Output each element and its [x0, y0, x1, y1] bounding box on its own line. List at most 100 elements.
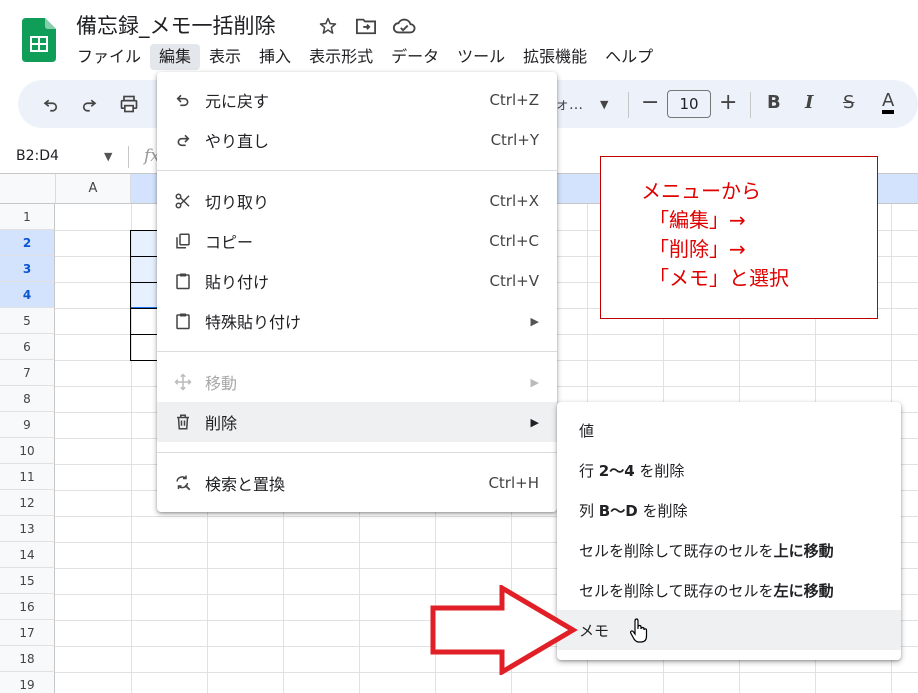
row-header[interactable]: 16 [0, 594, 55, 620]
menu-item-label: 移動 [205, 374, 238, 393]
annotation-line: 「メモ」と選択 [649, 266, 789, 290]
row-header[interactable]: 6 [0, 334, 55, 360]
menu-item-undo[interactable]: 元に戻す Ctrl+Z [157, 80, 557, 120]
print-icon[interactable] [118, 93, 140, 115]
edit-menu: 元に戻す Ctrl+Z やり直し Ctrl+Y 切り取り Ctrl+X コピー … [157, 72, 557, 512]
sheets-window: 備忘録_メモ一括削除 ファイル 編集 表示 挿入 表示形式 データ ツール 拡張… [0, 0, 918, 693]
submenu-item-shift-left[interactable]: セルを削除して既存のセルを左に移動 [557, 570, 901, 610]
scissors-icon [172, 190, 194, 212]
annotation-box: メニューから 「編集」→ 「削除」→ 「メモ」と選択 [600, 156, 878, 319]
annotation-line: 「編集」→ [649, 208, 746, 232]
menu-item-delete[interactable]: 削除 ▶ [157, 402, 557, 442]
row-header[interactable]: 2 [0, 230, 55, 256]
undo-icon[interactable] [40, 93, 62, 115]
menu-view[interactable]: 表示 [200, 44, 250, 70]
decrease-font-size-icon[interactable]: − [641, 90, 659, 115]
submenu-arrow-icon: ▶ [530, 375, 539, 389]
sheets-logo-icon[interactable] [22, 18, 56, 62]
menu-format[interactable]: 表示形式 [300, 44, 382, 70]
bordered-cell[interactable] [130, 334, 158, 361]
name-box-dropdown-icon[interactable]: ▼ [104, 150, 112, 163]
trash-icon [172, 411, 194, 433]
menu-item-label: 貼り付け [205, 273, 270, 292]
submenu-arrow-icon: ▶ [530, 415, 539, 429]
menu-item-move: 移動 ▶ [157, 362, 557, 402]
italic-icon[interactable]: I [805, 92, 813, 113]
submenu-item-label: メモ [579, 621, 610, 640]
cloud-saved-icon[interactable] [392, 14, 416, 38]
document-title[interactable]: 備忘録_メモ一括削除 [76, 10, 276, 40]
submenu-item-notes[interactable]: メモ [557, 610, 901, 650]
name-box[interactable]: B2:D4 [16, 148, 59, 164]
menu-file[interactable]: ファイル [68, 44, 150, 70]
row-header[interactable]: 10 [0, 438, 55, 464]
bordered-cell[interactable] [130, 308, 158, 335]
shortcut-text: Ctrl+V [489, 272, 539, 290]
menu-edit[interactable]: 編集 [150, 44, 201, 70]
shortcut-text: Ctrl+H [488, 474, 539, 492]
menu-item-label: 元に戻す [205, 92, 270, 111]
copy-icon [172, 230, 194, 252]
menu-insert[interactable]: 挿入 [250, 44, 300, 70]
submenu-item-shift-up[interactable]: セルを削除して既存のセルを上に移動 [557, 530, 901, 570]
menu-tools[interactable]: ツール [448, 44, 514, 70]
undo-icon [172, 89, 194, 111]
shortcut-text: Ctrl+Y [490, 131, 539, 149]
row-header[interactable]: 7 [0, 360, 55, 386]
row-header[interactable]: 14 [0, 542, 55, 568]
menu-item-cut[interactable]: 切り取り Ctrl+X [157, 181, 557, 221]
menu-item-label: 切り取り [205, 193, 270, 212]
menu-item-label: やり直し [205, 132, 270, 151]
row-header[interactable]: 1 [0, 204, 55, 230]
menu-data[interactable]: データ [382, 44, 448, 70]
submenu-item-label: セルを削除して既存のセルを左に移動 [579, 581, 834, 600]
text-color-icon[interactable]: A [882, 92, 895, 114]
submenu-item-delete-rows[interactable]: 行 2〜4 を削除 [557, 450, 901, 490]
menu-help[interactable]: ヘルプ [596, 44, 662, 70]
row-header[interactable]: 13 [0, 516, 55, 542]
submenu-arrow-icon: ▶ [530, 314, 539, 328]
row-header[interactable]: 18 [0, 646, 55, 672]
annotation-line: 「削除」→ [649, 237, 746, 261]
bordered-cell[interactable] [130, 230, 158, 257]
submenu-item-delete-columns[interactable]: 列 B〜D を削除 [557, 490, 901, 530]
row-header[interactable]: 12 [0, 490, 55, 516]
row-header[interactable]: 9 [0, 412, 55, 438]
font-family-select[interactable]: ォ… [555, 94, 583, 114]
submenu-item-label: 列 B〜D を削除 [579, 501, 688, 520]
strikethrough-icon[interactable]: S [843, 92, 854, 113]
move-folder-icon[interactable] [354, 14, 378, 38]
menu-bar: ファイル 編集 表示 挿入 表示形式 データ ツール 拡張機能 ヘルプ [68, 44, 662, 70]
clipboard-icon [172, 310, 194, 332]
row-header[interactable]: 8 [0, 386, 55, 412]
row-header[interactable]: 4 [0, 282, 55, 308]
menu-item-paste-special[interactable]: 特殊貼り付け ▶ [157, 301, 557, 341]
star-icon[interactable] [316, 14, 340, 38]
row-header[interactable]: 3 [0, 256, 55, 282]
redo-icon[interactable] [78, 93, 100, 115]
row-header[interactable]: 17 [0, 620, 55, 646]
row-header[interactable]: 15 [0, 568, 55, 594]
submenu-item-label: 行 2〜4 を削除 [579, 461, 685, 480]
font-size-input[interactable]: 10 [667, 90, 711, 118]
increase-font-size-icon[interactable]: + [719, 90, 737, 115]
menu-extensions[interactable]: 拡張機能 [514, 44, 596, 70]
bold-icon[interactable]: B [767, 92, 781, 113]
row-header[interactable]: 19 [0, 672, 55, 693]
submenu-item-values[interactable]: 値 [557, 410, 901, 450]
move-arrows-icon [172, 371, 194, 393]
menu-item-label: 特殊貼り付け [205, 313, 302, 332]
row-header[interactable]: 5 [0, 308, 55, 334]
menu-item-find-replace[interactable]: 検索と置換 Ctrl+H [157, 463, 557, 503]
font-dropdown-icon[interactable]: ▼ [600, 98, 608, 111]
bordered-cell[interactable] [130, 256, 158, 283]
menu-item-paste[interactable]: 貼り付け Ctrl+V [157, 261, 557, 301]
select-all-corner[interactable] [0, 174, 56, 204]
menu-item-redo[interactable]: やり直し Ctrl+Y [157, 120, 557, 160]
bordered-cell[interactable] [130, 282, 158, 309]
annotation-line: メニューから [641, 179, 761, 203]
row-header[interactable]: 11 [0, 464, 55, 490]
menu-item-copy[interactable]: コピー Ctrl+C [157, 221, 557, 261]
clipboard-icon [172, 270, 194, 292]
column-header-a[interactable]: A [56, 174, 131, 204]
